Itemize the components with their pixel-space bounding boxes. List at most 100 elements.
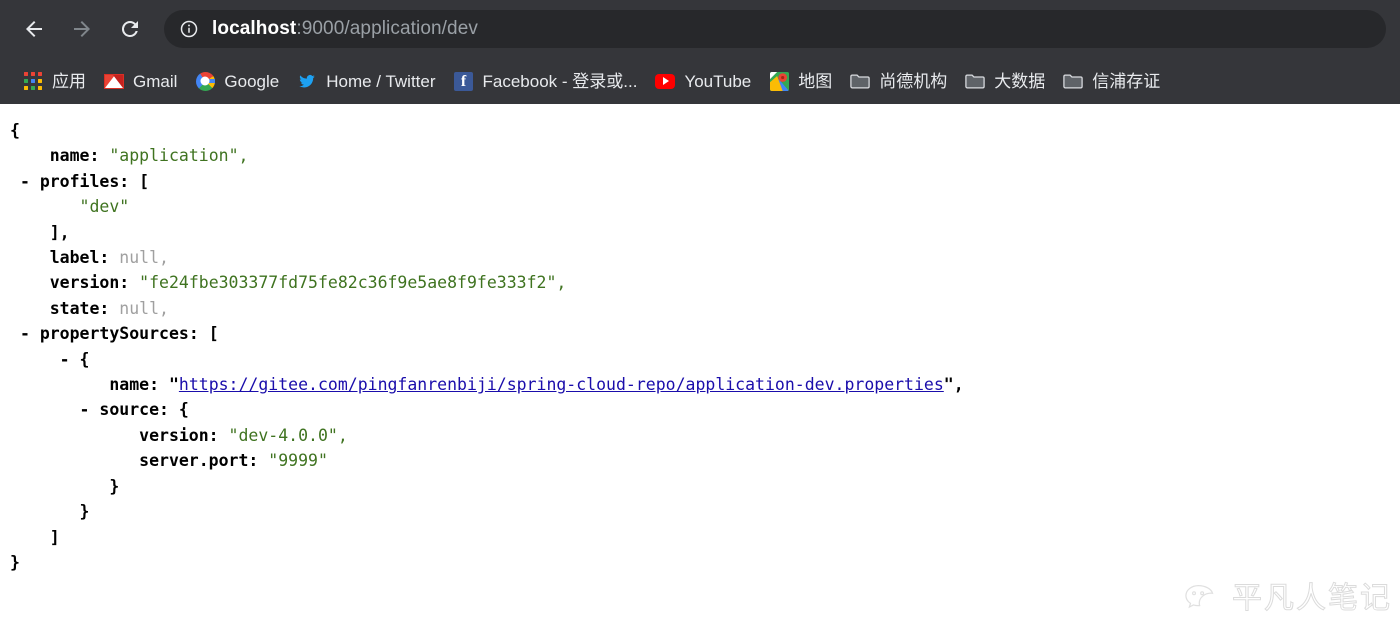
- folder-icon: [965, 71, 985, 91]
- json-line: ],: [0, 220, 1400, 245]
- json-value: [: [139, 171, 150, 191]
- json-line: - {: [0, 347, 1400, 372]
- address-bar-host: localhost: [212, 18, 297, 39]
- json-quote: ": [168, 375, 179, 395]
- json-value: "fe24fbe303377fd75fe82c36f9e5ae8f9fe333f…: [139, 273, 567, 293]
- json-value: }: [109, 476, 120, 496]
- json-value: "application",: [109, 146, 249, 166]
- json-line: {: [0, 118, 1400, 143]
- json-value: {: [178, 400, 189, 420]
- json-line: }: [0, 499, 1400, 524]
- json-value: {: [79, 349, 90, 369]
- json-value: }: [79, 502, 90, 522]
- reload-icon: [121, 20, 138, 37]
- bookmark-folder-shangde[interactable]: 尚德机构: [841, 66, 956, 96]
- address-bar-path: :9000/application/dev: [296, 18, 478, 39]
- json-key: name:: [49, 146, 110, 166]
- json-value: null,: [119, 298, 169, 318]
- json-line: state: null,: [0, 296, 1400, 321]
- bookmark-apps[interactable]: 应用: [14, 66, 95, 96]
- json-value: {: [10, 121, 20, 140]
- json-line: name: "application",: [0, 143, 1400, 168]
- json-line: - profiles: [: [0, 169, 1400, 194]
- json-response-viewer: { name: "application", - profiles: [ "de…: [0, 104, 1400, 608]
- json-line: version: "dev-4.0.0",: [0, 423, 1400, 448]
- json-key: name:: [109, 375, 169, 395]
- twitter-icon: [297, 71, 317, 91]
- collapse-toggle[interactable]: -: [80, 400, 100, 419]
- json-key: propertySources:: [39, 324, 209, 344]
- gmail-icon: [104, 71, 124, 91]
- bookmark-facebook[interactable]: f Facebook - 登录或...: [445, 66, 647, 96]
- json-key: profiles:: [39, 171, 140, 191]
- folder-icon: [1063, 71, 1083, 91]
- json-line: }: [0, 474, 1400, 499]
- bookmark-maps[interactable]: 地图: [760, 66, 841, 96]
- back-button[interactable]: [16, 11, 52, 47]
- json-value: "dev-4.0.0",: [228, 425, 348, 445]
- json-value: "dev": [79, 197, 130, 217]
- bookmark-label: Facebook - 登录或...: [482, 71, 638, 91]
- address-bar[interactable]: localhost:9000/application/dev: [164, 10, 1386, 48]
- json-value: [: [208, 324, 219, 344]
- collapse-toggle[interactable]: -: [20, 172, 40, 191]
- apps-grid-icon: [23, 71, 43, 91]
- browser-chrome: localhost:9000/application/dev 应用 Gmail …: [0, 0, 1400, 104]
- bookmark-youtube[interactable]: YouTube: [646, 66, 760, 96]
- json-quote: ",: [943, 375, 964, 395]
- json-key: source:: [99, 400, 179, 420]
- json-line: label: null,: [0, 245, 1400, 270]
- bookmark-twitter[interactable]: Home / Twitter: [288, 66, 444, 96]
- json-key: label:: [49, 248, 120, 268]
- collapse-toggle[interactable]: -: [20, 324, 40, 343]
- bookmark-folder-bigdata[interactable]: 大数据: [956, 66, 1054, 96]
- json-line: name: "https://gitee.com/pingfanrenbiji/…: [0, 372, 1400, 397]
- json-line: version: "fe24fbe303377fd75fe82c36f9e5ae…: [0, 270, 1400, 295]
- bookmark-label: 尚德机构: [879, 71, 948, 91]
- back-arrow-icon: [26, 21, 42, 37]
- bookmark-folder-xinpu[interactable]: 信浦存证: [1054, 66, 1169, 96]
- json-line: ]: [0, 525, 1400, 550]
- forward-button[interactable]: [64, 11, 100, 47]
- collapse-toggle[interactable]: -: [60, 350, 80, 369]
- json-key: state:: [49, 298, 120, 318]
- forward-arrow-icon: [74, 21, 90, 37]
- json-key: version:: [49, 273, 140, 293]
- bookmark-gmail[interactable]: Gmail: [95, 66, 186, 96]
- bookmark-google[interactable]: Google: [186, 66, 288, 96]
- json-value: ],: [49, 222, 70, 242]
- bookmark-label: Home / Twitter: [326, 71, 436, 91]
- youtube-icon: [655, 71, 676, 91]
- json-line: server.port: "9999": [0, 448, 1400, 473]
- bookmark-label: 应用: [52, 71, 86, 91]
- json-value: "9999": [268, 451, 328, 471]
- info-circle-icon[interactable]: [180, 20, 198, 38]
- folder-icon: [850, 71, 870, 91]
- json-key: version:: [139, 425, 229, 445]
- json-line: }: [0, 550, 1400, 575]
- bookmarks-bar: 应用 Gmail Google Home / Twitter f Faceboo…: [0, 58, 1400, 104]
- json-key: server.port:: [139, 451, 269, 471]
- json-line: - propertySources: [: [0, 321, 1400, 346]
- bookmark-label: 大数据: [994, 71, 1046, 91]
- browser-toolbar: localhost:9000/application/dev: [0, 0, 1400, 58]
- json-line: - source: {: [0, 397, 1400, 422]
- json-value-link[interactable]: https://gitee.com/pingfanrenbiji/spring-…: [179, 375, 944, 394]
- bookmark-label: Gmail: [133, 71, 178, 91]
- json-value: ]: [49, 527, 60, 547]
- reload-button[interactable]: [112, 11, 148, 47]
- bookmark-label: 信浦存证: [1092, 71, 1161, 91]
- bookmark-label: YouTube: [684, 71, 752, 91]
